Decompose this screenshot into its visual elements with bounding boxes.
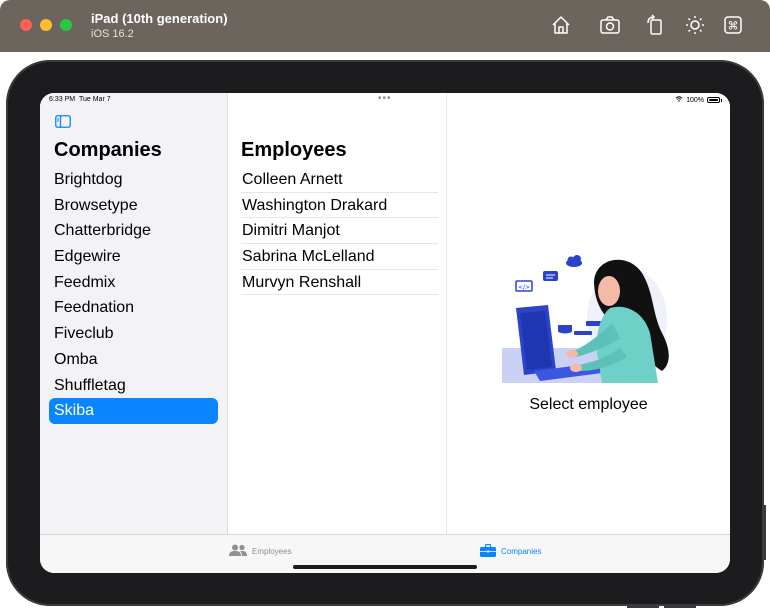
volume-up-button: [627, 604, 659, 608]
select-employee-placeholder: Select employee: [529, 396, 648, 413]
command-icon[interactable]: ⌘: [722, 14, 744, 36]
company-item[interactable]: Shuffletag: [49, 373, 218, 399]
tab-employees[interactable]: Employees: [229, 544, 292, 558]
close-window-button[interactable]: [20, 19, 32, 31]
side-button: [762, 505, 766, 560]
companies-title: Companies: [54, 139, 162, 161]
svg-text:</>: </>: [518, 284, 530, 291]
rotate-icon[interactable]: [644, 14, 666, 36]
company-item[interactable]: Chatterbridge: [49, 218, 218, 244]
tab-companies-label: Companies: [501, 547, 542, 556]
company-list: Brightdog Browsetype Chatterbridge Edgew…: [49, 167, 218, 424]
status-date: Tue Mar 7: [78, 96, 111, 103]
os-version: iOS 16.2: [91, 28, 134, 40]
wifi-icon: [675, 96, 683, 104]
people-icon: [229, 544, 247, 558]
svg-text:⌘: ⌘: [728, 20, 739, 33]
companies-sidebar: Companies Brightdog Browsetype Chatterbr…: [40, 93, 228, 534]
company-item[interactable]: Feedmix: [49, 270, 218, 296]
home-indicator[interactable]: [293, 565, 477, 569]
status-time: 6:33 PM: [49, 96, 76, 103]
working-person-illustration: </>: [502, 253, 678, 388]
battery-percentage: 100%: [686, 96, 704, 104]
company-item[interactable]: Feednation: [49, 295, 218, 321]
simulator-title-bar: iPad (10th generation) iOS 16.2 ⌘: [0, 0, 770, 52]
employee-list: Colleen Arnett Washington Drakard Dimitr…: [241, 167, 438, 296]
device-name: iPad (10th generation): [91, 11, 228, 26]
sidebar-toggle-icon[interactable]: [55, 115, 71, 128]
tab-employees-label: Employees: [252, 546, 292, 556]
ipad-screen: Companies Brightdog Browsetype Chatterbr…: [40, 93, 730, 573]
employee-item[interactable]: Colleen Arnett: [241, 167, 438, 193]
home-icon[interactable]: [550, 14, 572, 36]
company-item[interactable]: Edgewire: [49, 244, 218, 270]
company-item[interactable]: Omba: [49, 347, 218, 373]
detail-pane: </> Select employee: [447, 93, 730, 534]
briefcase-icon: [480, 543, 496, 559]
company-item[interactable]: Browsetype: [49, 193, 218, 219]
screenshot-icon[interactable]: [599, 14, 621, 36]
tab-bar: Employees Companies: [40, 534, 730, 573]
employees-title: Employees: [241, 139, 347, 161]
minimize-window-button[interactable]: [40, 19, 52, 31]
volume-down-button: [664, 604, 696, 608]
zoom-window-button[interactable]: [60, 19, 72, 31]
multitasking-dots[interactable]: •••: [378, 93, 392, 104]
employee-item[interactable]: Sabrina McLelland: [241, 244, 438, 270]
tab-companies[interactable]: Companies: [480, 543, 542, 559]
employee-item[interactable]: Washington Drakard: [241, 193, 438, 219]
company-item-selected[interactable]: Skiba: [49, 398, 218, 424]
employee-item[interactable]: Murvyn Renshall: [241, 270, 438, 296]
company-item[interactable]: Fiveclub: [49, 321, 218, 347]
employee-item[interactable]: Dimitri Manjot: [241, 218, 438, 245]
appearance-icon[interactable]: [684, 14, 706, 36]
battery-icon: [707, 97, 722, 103]
employees-column: Employees Colleen Arnett Washington Drak…: [228, 93, 447, 534]
company-item[interactable]: Brightdog: [49, 167, 218, 193]
status-bar: 6:33 PM Tue Mar 7 ••• 100%: [40, 93, 730, 107]
